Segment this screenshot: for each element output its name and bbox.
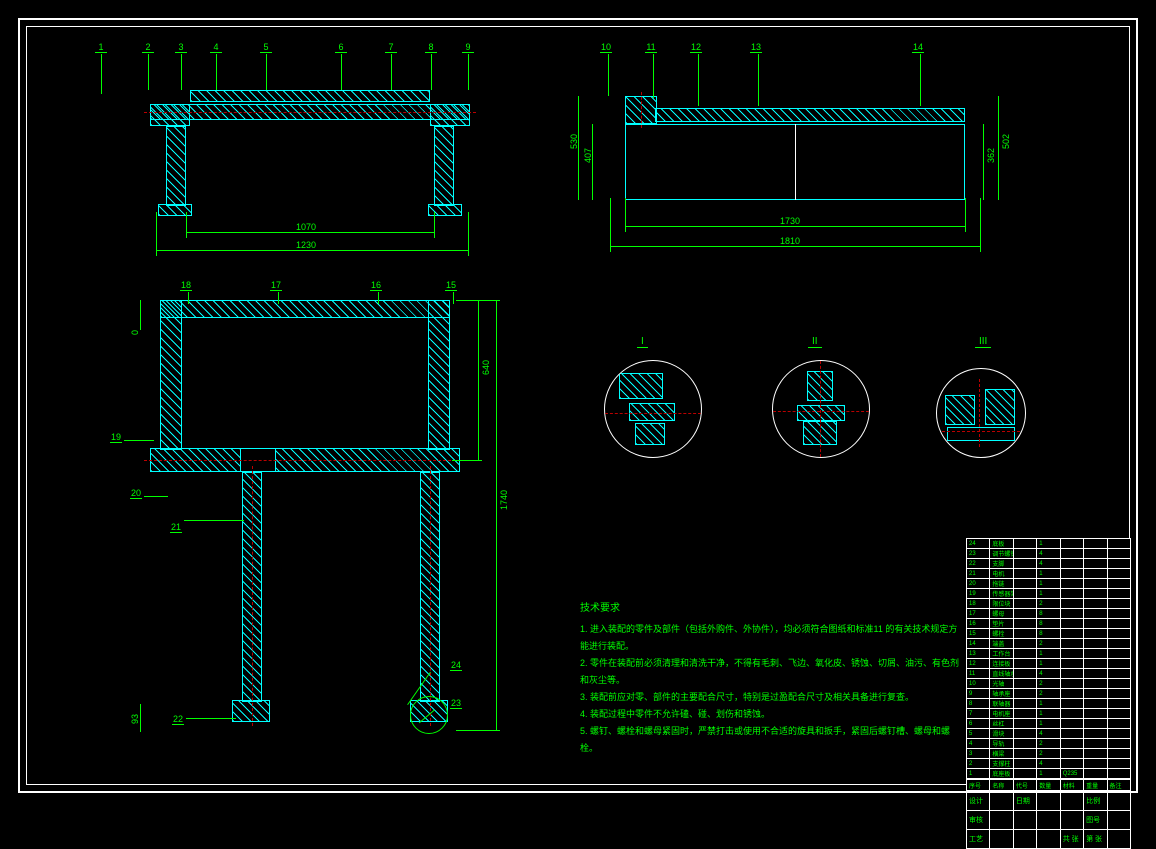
bom-row: 4导轨2: [967, 739, 1131, 749]
bom-row: 19传感器架1: [967, 589, 1131, 599]
leader-24: 24: [450, 660, 462, 671]
bom-row: 1底座板1Q235: [967, 769, 1131, 779]
dim-label: 0: [130, 330, 140, 335]
bom-row: 3横梁2: [967, 749, 1131, 759]
leader-21: 21: [170, 522, 182, 533]
note-line: 4. 装配过程中零件不允许磕、碰、划伤和锈蚀。: [580, 706, 960, 723]
leader-12: 12: [690, 42, 702, 53]
leader-1: 1: [95, 42, 107, 53]
dim-label: 640: [481, 360, 491, 375]
notes: 技术要求 1. 进入装配的零件及部件（包括外购件、外协件），均必须符合图纸和标准…: [580, 600, 960, 757]
dim-1230: [156, 250, 468, 251]
dim-label: 407: [583, 148, 593, 163]
bom-row: 12连接板1: [967, 659, 1131, 669]
bom-row: 6丝杠1: [967, 719, 1131, 729]
note-line: 5. 螺钉、螺栓和螺母紧固时，严禁打击或使用不合适的旋具和扳手，紧固后螺钉槽、螺…: [580, 723, 960, 757]
bom-row: 21电机1: [967, 569, 1131, 579]
leader-16: 16: [370, 280, 382, 291]
top-view: [150, 300, 460, 730]
front-view: [150, 90, 470, 220]
detail-II: [772, 360, 870, 458]
leader-8: 8: [425, 42, 437, 53]
tb-footer-row: 工艺共 张第 张: [967, 830, 1131, 849]
dim-label: 1740: [499, 490, 509, 510]
detail-III: [936, 368, 1026, 458]
bom-row: 2支撑柱4: [967, 759, 1131, 769]
leader-4: 4: [210, 42, 222, 53]
side-view: [625, 96, 965, 216]
dim-label: 1730: [780, 216, 800, 226]
dim-label: 1810: [780, 236, 800, 246]
title-block: 24底板123调节螺钉422支脚421电机120拖链119传感器架118限位块2…: [966, 538, 1131, 786]
leader-23: 23: [450, 698, 462, 709]
bom-row: 24底板1: [967, 539, 1131, 549]
detail-I: [604, 360, 702, 458]
dim-640: [478, 300, 479, 460]
bom-row: 23调节螺钉4: [967, 549, 1131, 559]
bom-row: 8联轴器1: [967, 699, 1131, 709]
detail-label-II: II: [808, 336, 822, 348]
dim-label: 362: [986, 148, 996, 163]
leader-13: 13: [750, 42, 762, 53]
leader-7: 7: [385, 42, 397, 53]
bom-row: 20拖链1: [967, 579, 1131, 589]
dim-label: 502: [1001, 134, 1011, 149]
bom-row: 13工作台1: [967, 649, 1131, 659]
leader-3: 3: [175, 42, 187, 53]
leader-17: 17: [270, 280, 282, 291]
dim-1730: [625, 226, 965, 227]
leader-15: 15: [445, 280, 457, 291]
leader-5: 5: [260, 42, 272, 53]
dim-1810: [610, 246, 980, 247]
leader-14: 14: [912, 42, 924, 53]
dim-label: 530: [569, 134, 579, 149]
tb-footer-row: 设计日期比例: [967, 792, 1131, 811]
bom-row: 16垫片8: [967, 619, 1131, 629]
leader-2: 2: [142, 42, 154, 53]
leader-19: 19: [110, 432, 122, 443]
leader-9: 9: [462, 42, 474, 53]
leader-22: 22: [172, 714, 184, 725]
note-line: 2. 零件在装配前必须清理和清洗干净，不得有毛刺、飞边、氧化皮、锈蚀、切屑、油污…: [580, 655, 960, 689]
tb-footer-row: 审核图号: [967, 811, 1131, 830]
bom-row: 9轴承座2: [967, 689, 1131, 699]
bom-header-row: 序号名称代号数量材料重量备注: [967, 780, 1131, 791]
bom-row: 18限位块2: [967, 599, 1131, 609]
note-line: 3. 装配前应对零、部件的主要配合尺寸，特别是过盈配合尺寸及相关具备进行复查。: [580, 689, 960, 706]
dim-label: 93: [130, 714, 140, 724]
bom-row: 22支脚4: [967, 559, 1131, 569]
dim-label: 1070: [296, 222, 316, 232]
notes-title: 技术要求: [580, 600, 960, 617]
bom-row: 17螺母8: [967, 609, 1131, 619]
leader-18: 18: [180, 280, 192, 291]
leader-6: 6: [335, 42, 347, 53]
bom-row: 11直线轴承4: [967, 669, 1131, 679]
bom-row: 10光轴2: [967, 679, 1131, 689]
bom-row: 15螺栓8: [967, 629, 1131, 639]
leader-11: 11: [645, 42, 657, 53]
dim-1070: [186, 232, 434, 233]
detail-label-I: I: [637, 336, 648, 348]
bom-row: 7电机座1: [967, 709, 1131, 719]
leader-10: 10: [600, 42, 612, 53]
detail-label-III: III: [975, 336, 991, 348]
dim-1740: [496, 300, 497, 730]
dim-label: 1230: [296, 240, 316, 250]
leader-20: 20: [130, 488, 142, 499]
bom-row: 14端盖2: [967, 639, 1131, 649]
bom-row: 5滑块4: [967, 729, 1131, 739]
note-line: 1. 进入装配的零件及部件（包括外购件、外协件），均必须符合图纸和标准11 的有…: [580, 621, 960, 655]
